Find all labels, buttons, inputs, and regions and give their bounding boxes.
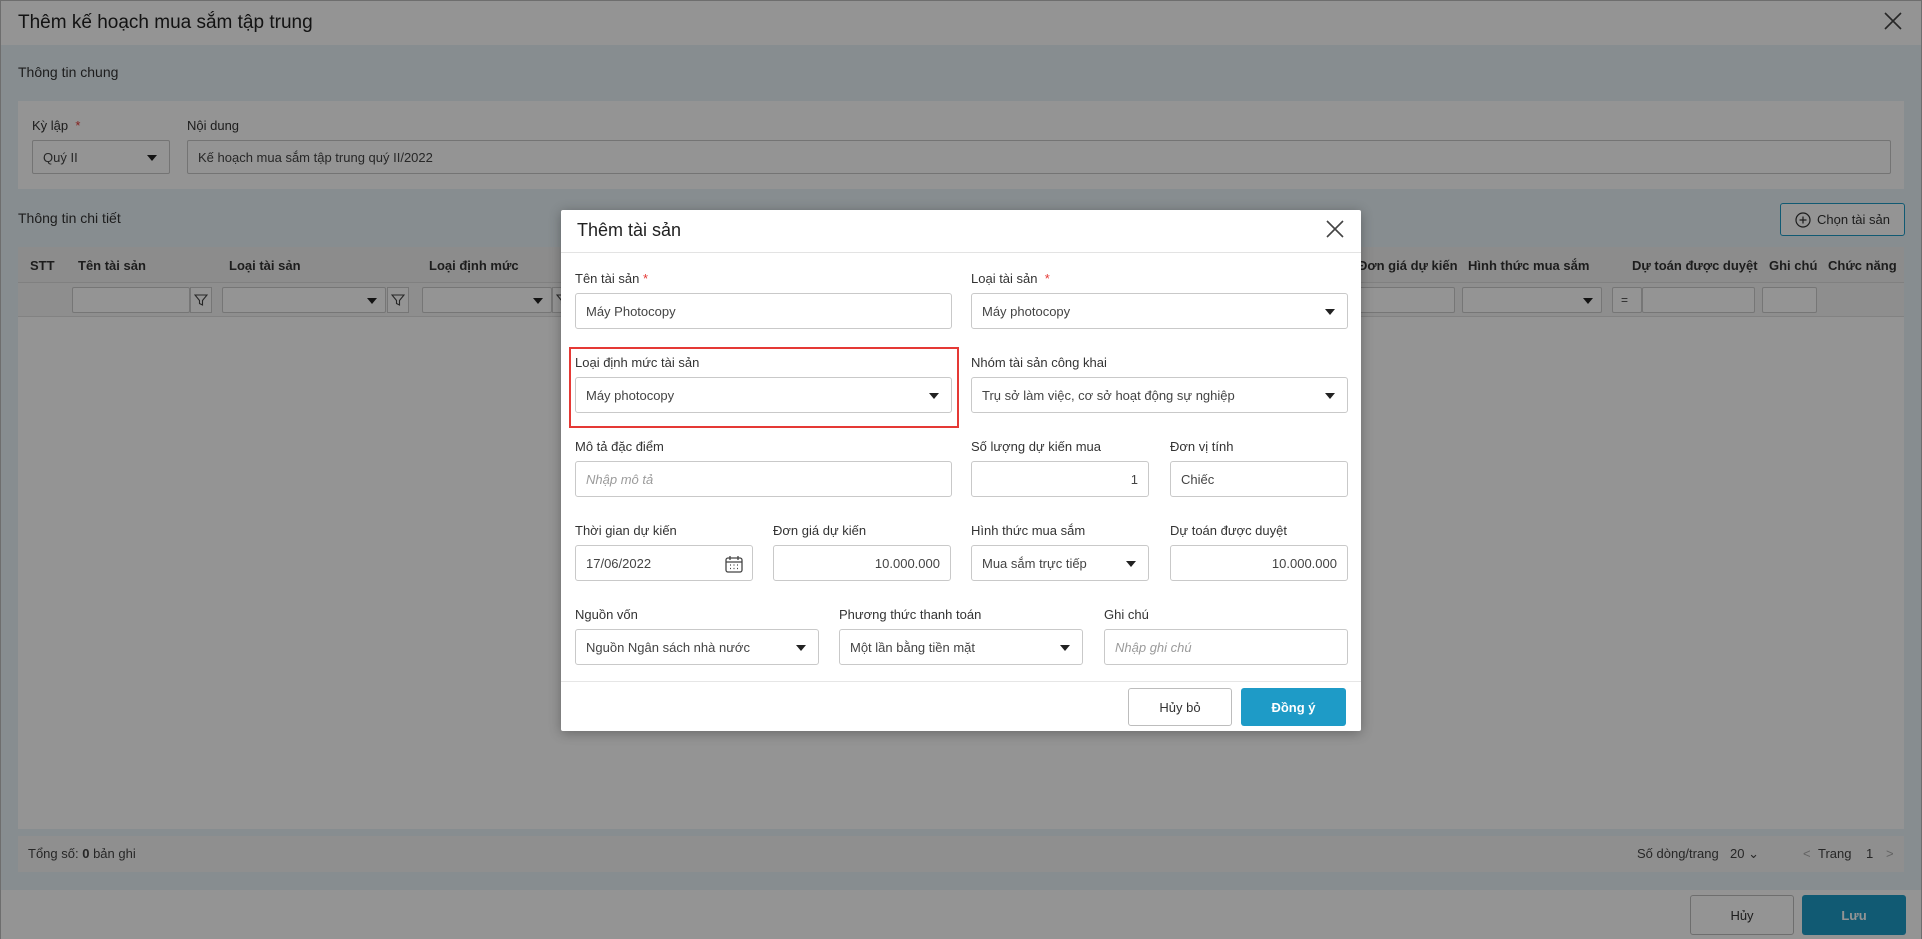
unit-label: Đơn vị tính — [1170, 439, 1234, 454]
asset-type-label: Loại tài sản * — [971, 271, 1050, 286]
note-label: Ghi chú — [1104, 607, 1149, 622]
quantity-input[interactable]: 1 — [971, 461, 1149, 497]
quantity-label: Số lượng dự kiến mua — [971, 439, 1101, 454]
dialog-title: Thêm tài sản — [577, 220, 682, 240]
cancel-button[interactable]: Hủy bỏ — [1128, 688, 1232, 726]
asset-type-select[interactable]: Máy photocopy — [971, 293, 1348, 329]
norm-type-select[interactable]: Máy photocopy — [575, 377, 952, 413]
chevron-down-icon — [929, 393, 939, 399]
approved-budget-input[interactable]: 10.000.000 — [1170, 545, 1348, 581]
description-label: Mô tả đặc điểm — [575, 439, 664, 454]
payment-method-select[interactable]: Một lần bằng tiền mặt — [839, 629, 1083, 665]
chevron-down-icon — [1325, 309, 1335, 315]
fund-source-select[interactable]: Nguồn Ngân sách nhà nước — [575, 629, 819, 665]
calendar-icon[interactable] — [724, 554, 744, 574]
add-asset-dialog: Thêm tài sản Tên tài sản * Máy Photocopy… — [561, 210, 1361, 731]
asset-name-label: Tên tài sản * — [575, 271, 649, 286]
purchase-method-select[interactable]: Mua sắm trực tiếp — [971, 545, 1149, 581]
chevron-down-icon — [796, 645, 806, 651]
purchase-method-label: Hình thức mua sắm — [971, 523, 1086, 538]
payment-method-label: Phương thức thanh toán — [839, 607, 982, 622]
public-group-select[interactable]: Trụ sở làm việc, cơ sở hoạt động sự nghi… — [971, 377, 1348, 413]
norm-type-label: Loại định mức tài sản — [575, 355, 700, 370]
unit-price-input[interactable]: 10.000.000 — [773, 545, 951, 581]
chevron-down-icon — [1126, 561, 1136, 567]
expected-time-label: Thời gian dự kiến — [575, 523, 677, 538]
expected-time-input[interactable]: 17/06/2022 — [575, 545, 753, 581]
unit-price-label: Đơn giá dự kiến — [773, 523, 867, 538]
fund-source-label: Nguồn vốn — [575, 607, 638, 622]
approved-budget-label: Dự toán được duyệt — [1170, 523, 1287, 538]
asset-name-input[interactable]: Máy Photocopy — [575, 293, 952, 329]
ok-button[interactable]: Đồng ý — [1241, 688, 1346, 726]
dialog-footer: Hủy bỏ Đồng ý — [561, 681, 1361, 731]
dialog-header: Thêm tài sản — [561, 210, 1361, 253]
description-input[interactable]: Nhập mô tả — [575, 461, 952, 497]
chevron-down-icon — [1060, 645, 1070, 651]
public-group-label: Nhóm tài sản công khai — [971, 355, 1107, 370]
unit-input[interactable]: Chiếc — [1170, 461, 1348, 497]
note-input[interactable]: Nhập ghi chú — [1104, 629, 1348, 665]
close-icon[interactable] — [1323, 217, 1347, 241]
chevron-down-icon — [1325, 393, 1335, 399]
